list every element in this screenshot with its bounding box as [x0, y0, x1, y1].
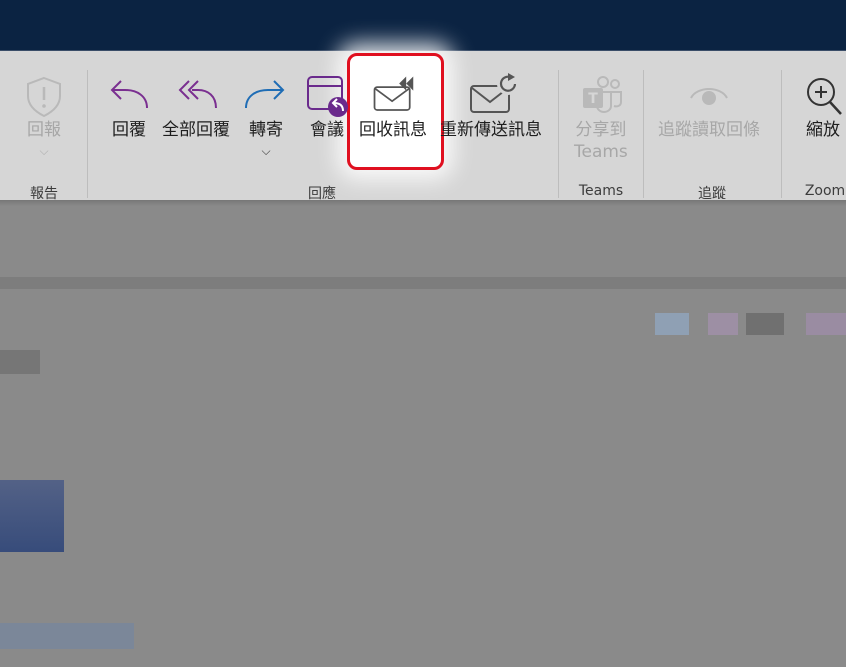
forward-button[interactable]: 轉寄 ⌵	[244, 72, 288, 172]
redacted-avatar	[655, 313, 689, 335]
calendar-reply-icon	[305, 72, 349, 118]
resend-message-button[interactable]: 重新傳送訊息	[437, 72, 545, 172]
zoom-button[interactable]: 縮放	[801, 72, 845, 172]
envelope-rewind-icon	[371, 72, 415, 118]
group-separator	[643, 70, 644, 198]
recall-message-label: 回收訊息	[359, 120, 427, 140]
redacted-text	[0, 623, 134, 649]
reply-button[interactable]: 回覆	[107, 72, 151, 172]
meeting-label: 會議	[310, 120, 344, 140]
reply-all-arrow-icon	[174, 72, 218, 118]
shield-alert-icon	[22, 72, 66, 118]
envelope-refresh-icon	[437, 72, 545, 118]
forward-arrow-icon	[244, 72, 288, 118]
reply-label: 回覆	[112, 120, 146, 140]
meeting-button[interactable]: 會議	[305, 72, 349, 172]
group-label-report: 報告	[30, 186, 58, 202]
group-separator	[781, 70, 782, 198]
report-button[interactable]: 回報 ⌵	[22, 72, 66, 172]
redacted-avatar	[806, 313, 846, 335]
group-label-tracking: 追蹤	[698, 186, 726, 202]
share-to-teams-label-line1: 分享到	[575, 120, 627, 140]
forward-label: 轉寄	[249, 120, 283, 140]
resend-message-label: 重新傳送訊息	[440, 120, 542, 140]
chevron-down-icon: ⌵	[261, 144, 271, 158]
reply-all-button[interactable]: 全部回覆	[162, 72, 230, 172]
share-to-teams-label-line2: Teams	[574, 142, 628, 162]
reply-all-label: 全部回覆	[162, 120, 230, 140]
zoom-in-icon	[801, 72, 845, 118]
redacted-sender-name	[0, 350, 40, 374]
group-separator	[558, 70, 559, 198]
redacted-logo	[0, 480, 64, 552]
track-read-receipt-button[interactable]: 追蹤讀取回條	[658, 72, 760, 172]
redacted-avatar	[708, 313, 738, 335]
reply-arrow-icon	[107, 72, 151, 118]
svg-text:T: T	[588, 91, 598, 107]
share-to-teams-button[interactable]: T 分享到 Teams	[574, 72, 628, 172]
recall-message-button[interactable]: 回收訊息	[359, 72, 427, 172]
zoom-label: 縮放	[806, 120, 840, 140]
group-label-teams: Teams	[578, 183, 624, 199]
title-bar	[0, 0, 846, 50]
track-read-receipt-label: 追蹤讀取回條	[658, 120, 760, 140]
redacted-avatar	[746, 313, 784, 335]
report-label: 回報	[27, 120, 61, 140]
eye-icon	[687, 72, 731, 118]
reading-pane-header-strip	[0, 277, 846, 289]
group-label-zoom: Zoom	[804, 183, 846, 199]
group-separator	[87, 70, 88, 198]
teams-icon: T	[579, 72, 623, 118]
chevron-down-icon: ⌵	[39, 144, 49, 158]
group-label-respond: 回應	[308, 186, 336, 202]
